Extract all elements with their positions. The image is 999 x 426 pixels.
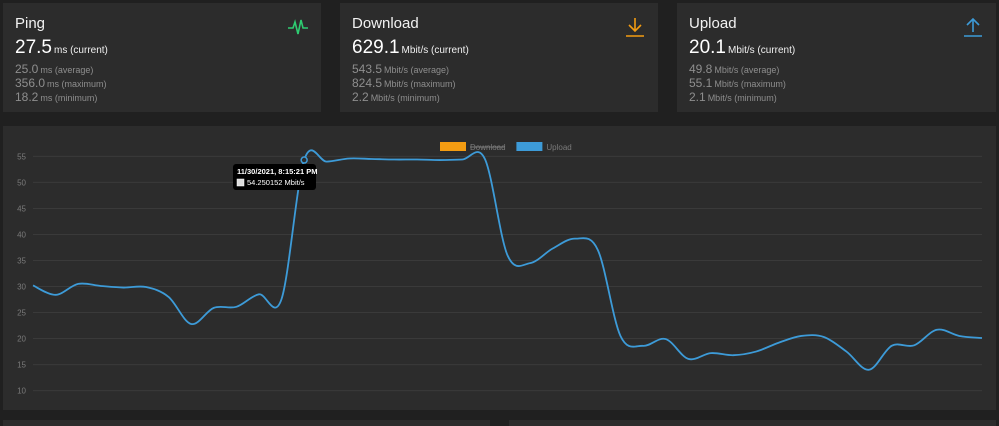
y-tick-label: 30 — [17, 283, 26, 292]
ping-title: Ping — [15, 15, 46, 32]
speed-chart-panel: 10 15 20 25 30 35 40 45 50 55 Download Upload 11/30/… — [3, 126, 996, 410]
legend-swatch — [440, 142, 466, 151]
activity-pulse-icon — [288, 19, 308, 35]
y-tick-label: 40 — [17, 230, 26, 239]
tooltip-value: 54.250152 Mbit/s — [247, 178, 305, 187]
legend-label: Upload — [546, 143, 571, 152]
ping-minimum: 18.2 ms (minimum) — [15, 90, 98, 104]
download-minimum: 2.2 Mbit/s (minimum) — [352, 90, 440, 104]
y-tick-label: 15 — [17, 361, 26, 370]
ping-card: Ping 27.5 ms (current) 25.0 ms (average) 3… — [3, 3, 321, 112]
download-current: 629.1 Mbit/s (current) — [352, 37, 469, 58]
y-tick-label: 20 — [17, 335, 26, 344]
legend-swatch — [516, 142, 543, 151]
speed-line-chart[interactable]: 10152025303540455055Download Upload11/30/… — [3, 126, 996, 410]
y-tick-label: 45 — [17, 204, 26, 213]
bottom-right-panel — [509, 420, 996, 426]
tooltip-title: 11/30/2021, 8:15:21 PM — [237, 167, 317, 176]
download-arrow-icon — [626, 18, 644, 37]
tooltip-swatch — [236, 178, 245, 187]
ping-current: 27.5 ms (current) — [15, 37, 108, 58]
y-tick-label: 25 — [17, 309, 26, 318]
hover-point — [300, 156, 308, 164]
y-tick-label: 35 — [17, 256, 26, 265]
upload-card: Upload 20.1 Mbit/s (current) 49.8 Mbit/s (… — [677, 3, 996, 112]
y-tick-label: 50 — [17, 178, 26, 187]
bottom-left-panel — [3, 420, 490, 426]
download-card: Download 629.1 Mbit/s (current) 543.5 Mbit… — [340, 3, 658, 112]
y-tick-label: 55 — [17, 152, 26, 161]
upload-minimum: 2.1 Mbit/s (minimum) — [689, 90, 777, 104]
upload-arrow-icon — [964, 17, 982, 37]
y-tick-label: 10 — [17, 387, 26, 396]
upload-current: 20.1 Mbit/s (current) — [689, 37, 796, 58]
download-title: Download — [352, 15, 419, 32]
upload-title: Upload — [689, 15, 737, 32]
